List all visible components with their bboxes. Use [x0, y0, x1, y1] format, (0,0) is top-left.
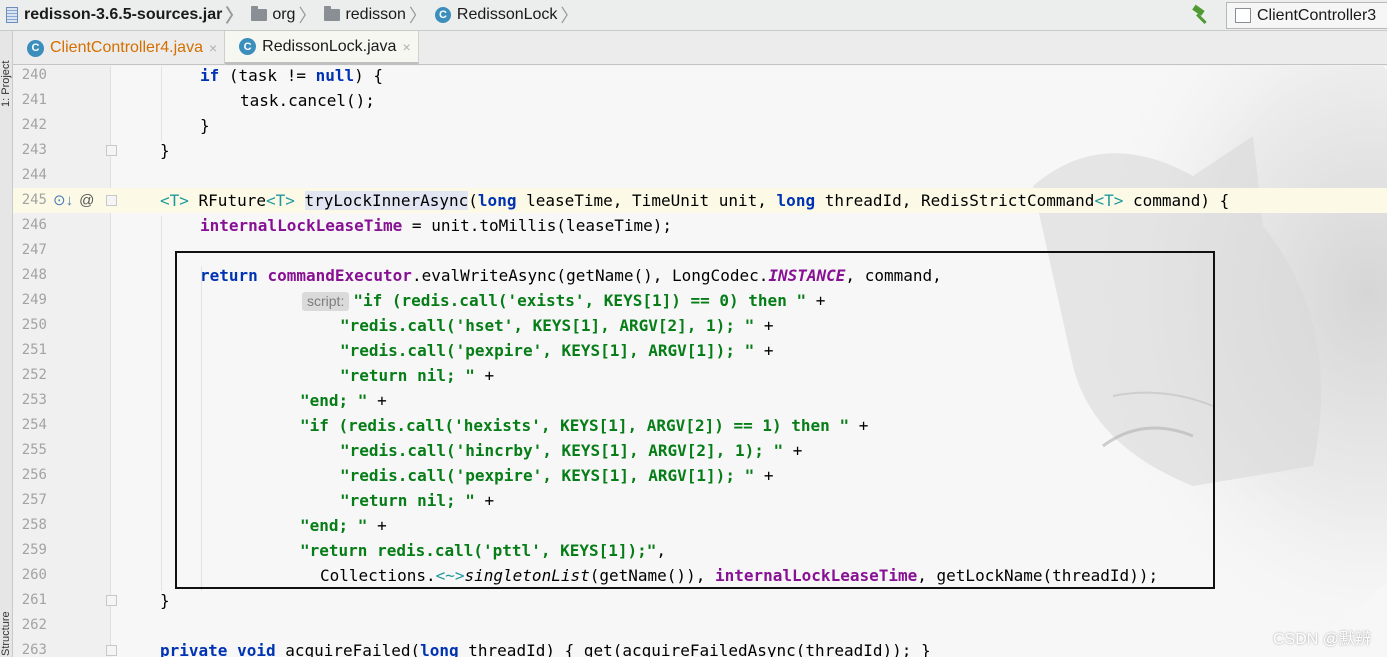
fold-marker[interactable]: [106, 145, 117, 156]
fold-marker[interactable]: [106, 645, 117, 656]
code-line-current: 245 ⊙↓ @ <T> RFuture<T> tryLockInnerAsyn…: [13, 188, 1387, 213]
annotation-highlight-box: [175, 251, 1215, 589]
code-line: 263 private void acquireFailed(long thre…: [21, 641, 931, 657]
run-config-icon: [1235, 8, 1251, 23]
code-line: 241 task.cancel();: [21, 91, 375, 110]
breadcrumb-jar[interactable]: redisson-3.6.5-sources.jar 〉: [0, 0, 247, 31]
code-line: 242 }: [21, 116, 210, 135]
code-line: 244: [21, 167, 47, 183]
code-line: 261 }: [21, 591, 170, 610]
breadcrumb-redissonlock[interactable]: C RedissonLock 〉: [431, 0, 583, 31]
code-line: 262: [21, 617, 47, 633]
folder-icon: [251, 6, 268, 21]
editor-tabs: C ClientController4.java × C RedissonLoc…: [13, 31, 1387, 65]
tab-clientcontroller4[interactable]: C ClientController4.java ×: [13, 31, 226, 65]
tab-redissonlock[interactable]: C RedissonLock.java ×: [225, 31, 419, 65]
gutter-markers: ⊙↓ @: [53, 191, 94, 210]
breadcrumb-redisson[interactable]: redisson 〉: [320, 0, 430, 31]
close-icon[interactable]: ×: [402, 39, 410, 55]
class-icon: C: [239, 38, 257, 55]
structure-tool-button[interactable]: Structure: [0, 611, 12, 656]
fold-marker[interactable]: [106, 595, 117, 606]
code-line: 243 }: [21, 141, 170, 160]
left-tool-strip: 1: Project Structure: [0, 31, 13, 657]
class-icon: C: [27, 39, 44, 57]
hammer-icon[interactable]: [1190, 4, 1214, 26]
project-tool-button[interactable]: 1: Project: [0, 61, 12, 107]
folder-icon: [324, 6, 341, 21]
run-configuration-select[interactable]: ClientController3: [1226, 2, 1387, 29]
annotation-icon[interactable]: @: [79, 192, 94, 209]
code-editor[interactable]: 240 if (task != null) { 241 task.cancel(…: [13, 66, 1387, 657]
code-line: 240 if (task != null) {: [21, 66, 384, 85]
breadcrumb-org[interactable]: org 〉: [247, 0, 320, 31]
navigation-bar: redisson-3.6.5-sources.jar 〉 org 〉 redis…: [0, 0, 1387, 31]
watermark: CSDN @默辨: [1272, 631, 1371, 648]
code-line: 246 internalLockLeaseTime = unit.toMilli…: [21, 216, 673, 235]
class-icon: C: [434, 7, 451, 23]
close-icon[interactable]: ×: [209, 40, 217, 56]
jar-icon: [6, 7, 18, 23]
override-icon[interactable]: ⊙↓: [53, 191, 73, 209]
fold-marker[interactable]: [106, 195, 117, 206]
